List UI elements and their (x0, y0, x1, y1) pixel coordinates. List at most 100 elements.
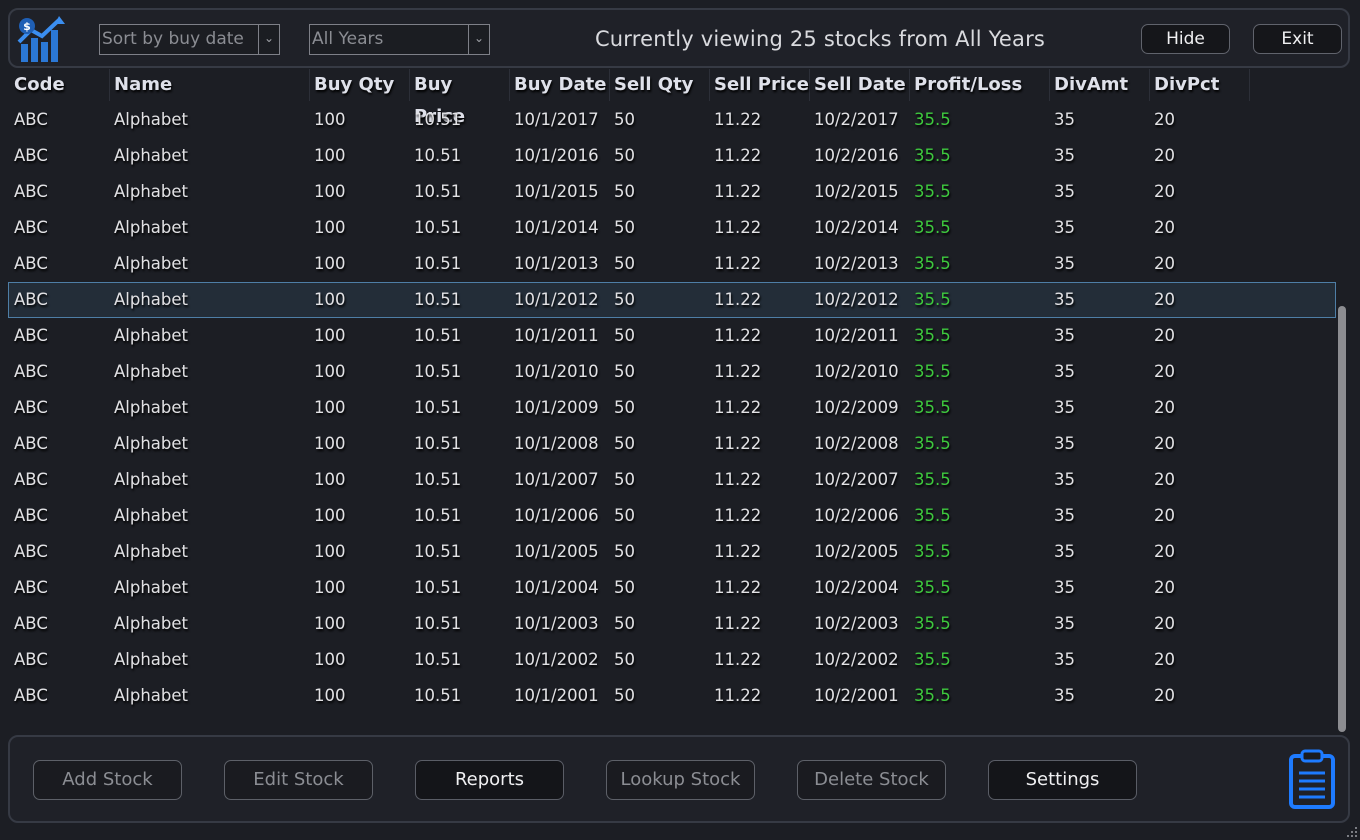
cell-buy-date: 10/1/2003 (514, 614, 599, 633)
cell-sell-price: 11.22 (714, 110, 762, 129)
cell-profit-loss: 35.5 (914, 542, 951, 561)
column-header-sell-date[interactable]: Sell Date (812, 69, 910, 101)
cell-sell-date: 10/2/2005 (814, 542, 899, 561)
table-row[interactable]: ABC Alphabet 100 10.51 10/1/2006 50 11.22 10/2/… (8, 498, 1336, 534)
column-header-profit-loss[interactable]: Profit/Loss (912, 69, 1050, 101)
cell-sell-date: 10/2/2017 (814, 110, 899, 129)
lookup-stock-button[interactable]: Lookup Stock (606, 760, 755, 800)
chevron-down-icon[interactable]: ⌄ (258, 25, 279, 54)
edit-stock-button[interactable]: Edit Stock (224, 760, 373, 800)
cell-buy-date: 10/1/2006 (514, 506, 599, 525)
cell-name: Alphabet (114, 110, 189, 129)
cell-profit-loss: 35.5 (914, 362, 951, 381)
column-header-div-amt[interactable]: DivAmt (1052, 69, 1150, 101)
cell-sell-qty: 50 (614, 290, 635, 309)
table-row[interactable]: ABC Alphabet 100 10.51 10/1/2003 50 11.22 10/2/… (8, 606, 1336, 642)
table-header: Code Name Buy Qty Buy Price Buy Date Sell Qty… (8, 68, 1336, 127)
cell-div-pct: 20 (1154, 542, 1175, 561)
cell-div-amt: 35 (1054, 146, 1075, 165)
cell-code: ABC (14, 470, 48, 489)
table-row[interactable]: ABC Alphabet 100 10.51 10/1/2010 50 11.22 10/2/… (8, 354, 1336, 390)
column-header-name[interactable]: Name (112, 69, 310, 101)
table-row[interactable]: ABC Alphabet 100 10.51 10/1/2012 50 11.22 10/2/… (8, 282, 1336, 318)
stock-chart-icon: $ (17, 16, 65, 62)
cell-buy-date: 10/1/2015 (514, 182, 599, 201)
cell-sell-price: 11.22 (714, 182, 762, 201)
cell-buy-qty: 100 (314, 146, 346, 165)
cell-div-amt: 35 (1054, 254, 1075, 273)
cell-sell-date: 10/2/2015 (814, 182, 899, 201)
cell-profit-loss: 35.5 (914, 218, 951, 237)
chevron-down-icon[interactable]: ⌄ (468, 25, 489, 54)
cell-div-pct: 20 (1154, 254, 1175, 273)
table-row[interactable]: ABC Alphabet 100 10.51 10/1/2008 50 11.22 10/2/… (8, 426, 1336, 462)
cell-sell-qty: 50 (614, 398, 635, 417)
top-toolbar: $ Sort by buy date ⌄ All Years ⌄ Current… (8, 8, 1350, 68)
table-row[interactable]: ABC Alphabet 100 10.51 10/1/2014 50 11.22 10/2/… (8, 210, 1336, 246)
year-select[interactable]: All Years ⌄ (309, 24, 490, 55)
table-row[interactable]: ABC Alphabet 100 10.51 10/1/2017 50 11.22 10/2/… (8, 102, 1336, 138)
exit-button[interactable]: Exit (1253, 24, 1342, 54)
table-row[interactable]: ABC Alphabet 100 10.51 10/1/2002 50 11.22 10/2/… (8, 642, 1336, 678)
cell-sell-price: 11.22 (714, 254, 762, 273)
sort-select[interactable]: Sort by buy date ⌄ (99, 24, 280, 55)
hide-button[interactable]: Hide (1141, 24, 1230, 54)
column-header-buy-qty[interactable]: Buy Qty (312, 69, 410, 101)
cell-sell-qty: 50 (614, 326, 635, 345)
column-header-sell-price[interactable]: Sell Price (712, 69, 810, 101)
cell-profit-loss: 35.5 (914, 254, 951, 273)
cell-sell-date: 10/2/2012 (814, 290, 899, 309)
cell-div-amt: 35 (1054, 614, 1075, 633)
table-row[interactable]: ABC Alphabet 100 10.51 10/1/2001 50 11.22 10/2/… (8, 678, 1336, 714)
cell-div-pct: 20 (1154, 686, 1175, 705)
table-row[interactable]: ABC Alphabet 100 10.51 10/1/2013 50 11.22 10/2/… (8, 246, 1336, 282)
column-header-div-pct[interactable]: DivPct (1152, 69, 1250, 101)
cell-div-amt: 35 (1054, 650, 1075, 669)
cell-buy-qty: 100 (314, 542, 346, 561)
column-header-buy-price[interactable]: Buy Price (412, 69, 510, 127)
table-row[interactable]: ABC Alphabet 100 10.51 10/1/2015 50 11.22 10/2/… (8, 174, 1336, 210)
cell-name: Alphabet (114, 290, 189, 309)
cell-code: ABC (14, 182, 48, 201)
cell-div-amt: 35 (1054, 398, 1075, 417)
viewing-status: Currently viewing 25 stocks from All Yea… (594, 27, 1046, 51)
cell-sell-qty: 50 (614, 506, 635, 525)
column-header-buy-date[interactable]: Buy Date (512, 69, 610, 101)
cell-buy-qty: 100 (314, 578, 346, 597)
table-row[interactable]: ABC Alphabet 100 10.51 10/1/2005 50 11.22 10/2/… (8, 534, 1336, 570)
cell-buy-price: 10.51 (414, 182, 462, 201)
bottom-toolbar: Add Stock Edit Stock Reports Lookup Stock De… (8, 735, 1350, 823)
cell-sell-price: 11.22 (714, 290, 762, 309)
table-row[interactable]: ABC Alphabet 100 10.51 10/1/2007 50 11.22 10/2/… (8, 462, 1336, 498)
table-row[interactable]: ABC Alphabet 100 10.51 10/1/2011 50 11.22 10/2/… (8, 318, 1336, 354)
cell-code: ABC (14, 434, 48, 453)
reports-button[interactable]: Reports (415, 760, 564, 800)
table-row[interactable]: ABC Alphabet 100 10.51 10/1/2004 50 11.22 10/2/… (8, 570, 1336, 606)
cell-sell-price: 11.22 (714, 398, 762, 417)
cell-sell-qty: 50 (614, 182, 635, 201)
delete-stock-button[interactable]: Delete Stock (797, 760, 946, 800)
cell-name: Alphabet (114, 578, 189, 597)
column-header-sell-qty[interactable]: Sell Qty (612, 69, 710, 101)
cell-profit-loss: 35.5 (914, 686, 951, 705)
cell-sell-date: 10/2/2011 (814, 326, 899, 345)
column-header-code[interactable]: Code (12, 69, 110, 101)
table-row[interactable]: ABC Alphabet 100 10.51 10/1/2016 50 11.22 10/2/… (8, 138, 1336, 174)
cell-div-pct: 20 (1154, 506, 1175, 525)
cell-buy-date: 10/1/2001 (514, 686, 599, 705)
clipboard-icon[interactable] (1286, 749, 1338, 811)
cell-buy-price: 10.51 (414, 614, 462, 633)
cell-sell-date: 10/2/2013 (814, 254, 899, 273)
cell-buy-qty: 100 (314, 362, 346, 381)
settings-button[interactable]: Settings (988, 760, 1137, 800)
cell-div-pct: 20 (1154, 434, 1175, 453)
table-row[interactable]: ABC Alphabet 100 10.51 10/1/2009 50 11.22 10/2/… (8, 390, 1336, 426)
add-stock-button[interactable]: Add Stock (33, 760, 182, 800)
cell-div-pct: 20 (1154, 218, 1175, 237)
vertical-scrollbar[interactable] (1338, 306, 1346, 732)
cell-name: Alphabet (114, 614, 189, 633)
resize-grip-icon[interactable] (1346, 826, 1358, 838)
cell-buy-date: 10/1/2017 (514, 110, 599, 129)
cell-name: Alphabet (114, 218, 189, 237)
cell-code: ABC (14, 398, 48, 417)
